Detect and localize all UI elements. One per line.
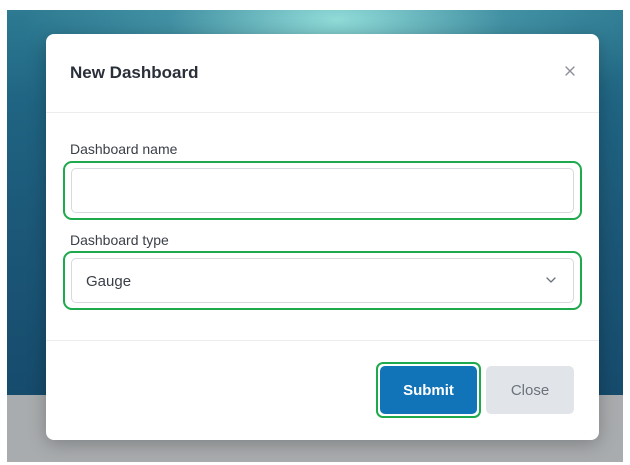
modal-title: New Dashboard <box>70 63 199 82</box>
chevron-down-icon <box>546 277 556 283</box>
modal-header: New Dashboard <box>46 34 599 113</box>
close-button[interactable]: Close <box>486 366 574 414</box>
dashboard-type-label: Dashboard type <box>70 232 169 248</box>
close-icon[interactable] <box>563 64 577 78</box>
submit-button[interactable]: Submit <box>380 366 477 414</box>
dashboard-type-select[interactable]: Gauge <box>71 258 574 303</box>
dashboard-type-value: Gauge <box>86 273 132 290</box>
dashboard-name-label: Dashboard name <box>70 141 178 157</box>
new-dashboard-modal: New Dashboard Dashboard name Dashboard t… <box>46 34 599 440</box>
dashboard-name-input[interactable] <box>71 168 574 213</box>
